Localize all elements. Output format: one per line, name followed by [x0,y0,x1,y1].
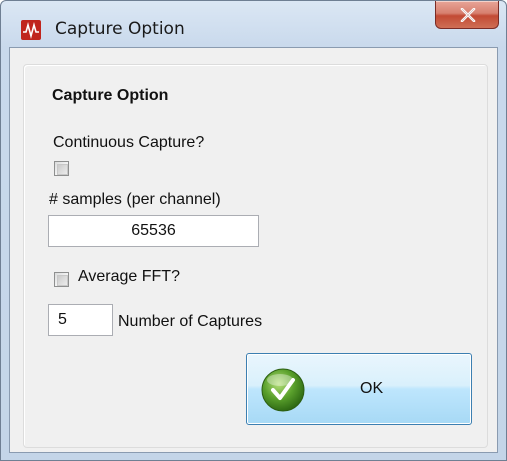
samples-label: # samples (per channel) [49,191,221,208]
average-fft-checkbox[interactable] [54,272,69,287]
continuous-capture-checkbox[interactable] [54,161,69,176]
captures-input[interactable]: 5 [48,304,113,336]
window-title: Capture Option [55,19,185,39]
title-bar[interactable]: Capture Option [1,1,506,47]
ok-button-label: OK [360,380,384,397]
average-fft-label: Average FFT? [78,268,180,285]
close-button[interactable] [435,1,499,29]
continuous-capture-label: Continuous Capture? [53,134,205,151]
app-waveform-icon [21,20,41,40]
close-icon [460,8,476,22]
dialog-heading: Capture Option [52,87,169,104]
checkmark-icon [261,368,305,412]
captures-label: Number of Captures [118,313,263,330]
samples-input[interactable]: 65536 [48,215,259,247]
ok-button[interactable]: OK [246,353,472,425]
